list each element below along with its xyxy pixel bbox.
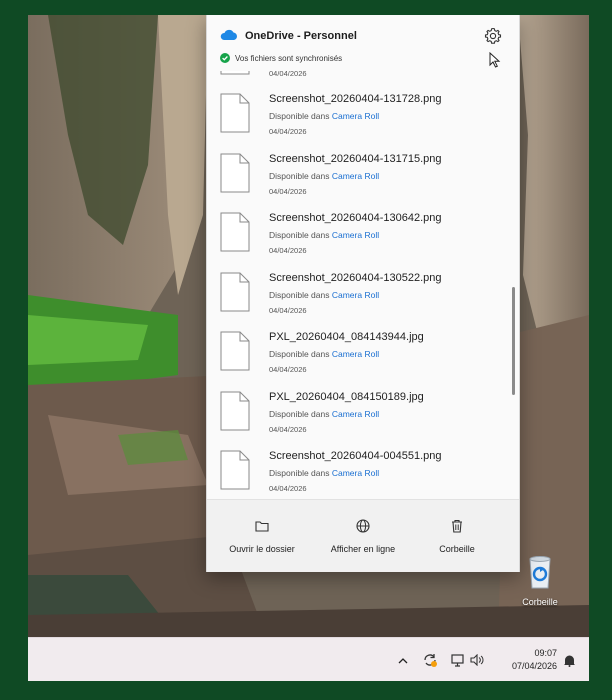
file-name: PXL_20260404_084143944.jpg: [269, 331, 424, 343]
camera-roll-link[interactable]: Camera Roll: [332, 290, 379, 300]
file-list-item[interactable]: Screenshot_20260404-130522.png Disponible…: [207, 264, 507, 322]
file-list-item[interactable]: Screenshot_20260404-131715.png Disponible…: [207, 145, 507, 203]
file-name: Screenshot_20260404-131715.png: [269, 152, 442, 165]
file-availability: Disponible dans Camera Roll: [269, 290, 379, 300]
clock-date: 07/04/2026: [511, 661, 557, 671]
notification-icon[interactable]: [560, 638, 578, 681]
onedrive-cloud-icon: [220, 29, 237, 40]
camera-roll-link[interactable]: Camera Roll: [332, 171, 379, 181]
file-name: PXL_20260404_084150189.jpg: [269, 390, 424, 403]
file-date: 04/04/2026: [269, 484, 307, 493]
file-icon: [220, 93, 250, 133]
camera-roll-link[interactable]: Camera Roll: [332, 409, 379, 419]
availability-prefix: Disponible dans: [269, 111, 330, 121]
file-availability: Disponible dans Camera Roll: [269, 171, 379, 181]
globe-icon: [356, 519, 370, 533]
sync-status-text: Vos fichiers sont synchronisés: [235, 54, 343, 63]
file-availability: Disponible dans Camera Roll: [269, 468, 379, 478]
desktop-screen: Corbeille OneDrive - Personnel Vos fichi…: [28, 15, 589, 681]
trash-icon: [452, 519, 462, 533]
taskbar: 09:07 07/04/2026: [28, 637, 589, 681]
view-online-label: Afficher en ligne: [330, 544, 396, 554]
file-icon: [220, 272, 250, 311]
file-date: 04/04/2026: [269, 424, 307, 434]
flyout-header: OneDrive - Personnel Vos fichiers sont s…: [207, 15, 519, 71]
availability-prefix: Disponible dans: [269, 170, 330, 181]
file-list-item[interactable]: Screenshot_20260404-130642.png Disponible…: [207, 204, 507, 262]
file-name: Screenshot_20260404-130642.png: [269, 212, 442, 224]
file-icon: [220, 212, 250, 252]
camera-roll-link[interactable]: Camera Roll: [332, 349, 379, 359]
file-availability: Disponible dans Camera Roll: [269, 111, 379, 121]
file-name: Screenshot_20260404-131728.png: [269, 93, 442, 105]
view-online-button[interactable]: Afficher en ligne: [313, 518, 413, 557]
chevron-up-icon[interactable]: [396, 638, 410, 681]
volume-icon[interactable]: [468, 638, 486, 681]
availability-prefix: Disponible dans: [269, 468, 330, 478]
flyout-title: OneDrive - Personnel: [245, 30, 357, 42]
sync-check-icon: [220, 53, 230, 63]
recent-files-list[interactable]: 04/04/2026 Screenshot_20260404-131728.pn…: [207, 57, 519, 499]
camera-roll-link[interactable]: Camera Roll: [332, 230, 379, 240]
taskbar-clock[interactable]: 09:07 07/04/2026: [512, 647, 557, 673]
clock-time: 09:07: [534, 648, 557, 658]
flyout-footer: Ouvrir le dossier Afficher en ligne Corb…: [207, 499, 519, 572]
availability-prefix: Disponible dans: [269, 289, 330, 300]
file-list-item[interactable]: Screenshot_20260404-131728.png Disponible…: [207, 85, 507, 143]
desktop-recycle-bin-label: Corbeille: [522, 597, 558, 607]
file-date: 04/04/2026: [269, 186, 307, 196]
file-date: 04/04/2026: [269, 365, 307, 374]
file-name: Screenshot_20260404-004551.png: [269, 450, 442, 462]
recycle-bin-button[interactable]: Corbeille: [407, 518, 507, 557]
availability-prefix: Disponible dans: [269, 349, 330, 359]
camera-roll-link[interactable]: Camera Roll: [332, 468, 379, 478]
gear-icon[interactable]: [484, 27, 502, 45]
file-date: 04/04/2026: [269, 127, 307, 136]
file-icon: [220, 153, 250, 192]
recycle-bin-icon: [529, 556, 551, 589]
file-icon: [220, 331, 250, 371]
file-list-item[interactable]: Screenshot_20260404-004551.png Disponible…: [207, 442, 507, 499]
mouse-cursor-icon: [489, 52, 501, 68]
onedrive-flyout: OneDrive - Personnel Vos fichiers sont s…: [206, 15, 520, 572]
availability-prefix: Disponible dans: [269, 408, 330, 419]
camera-roll-link[interactable]: Camera Roll: [332, 111, 379, 121]
file-availability: Disponible dans Camera Roll: [269, 230, 379, 240]
file-list-item[interactable]: PXL_20260404_084143944.jpg Disponible dan…: [207, 323, 507, 381]
folder-icon: [255, 521, 269, 532]
open-folder-label: Ouvrir le dossier: [229, 544, 295, 554]
availability-prefix: Disponible dans: [269, 230, 330, 240]
list-scrollbar[interactable]: [512, 287, 515, 395]
file-icon: [220, 391, 250, 430]
network-icon[interactable]: [448, 638, 468, 681]
file-date: 04/04/2026: [269, 305, 307, 315]
open-folder-button[interactable]: Ouvrir le dossier: [212, 518, 312, 557]
file-date: 04/04/2026: [269, 246, 307, 255]
file-list-item[interactable]: PXL_20260404_084150189.jpg Disponible dan…: [207, 383, 507, 441]
file-availability: Disponible dans Camera Roll: [269, 409, 379, 419]
file-icon: [220, 450, 250, 490]
file-name: Screenshot_20260404-130522.png: [269, 271, 442, 284]
sync-status-icon[interactable]: [420, 638, 440, 681]
recycle-bin-label: Corbeille: [439, 544, 475, 554]
file-availability: Disponible dans Camera Roll: [269, 349, 379, 359]
